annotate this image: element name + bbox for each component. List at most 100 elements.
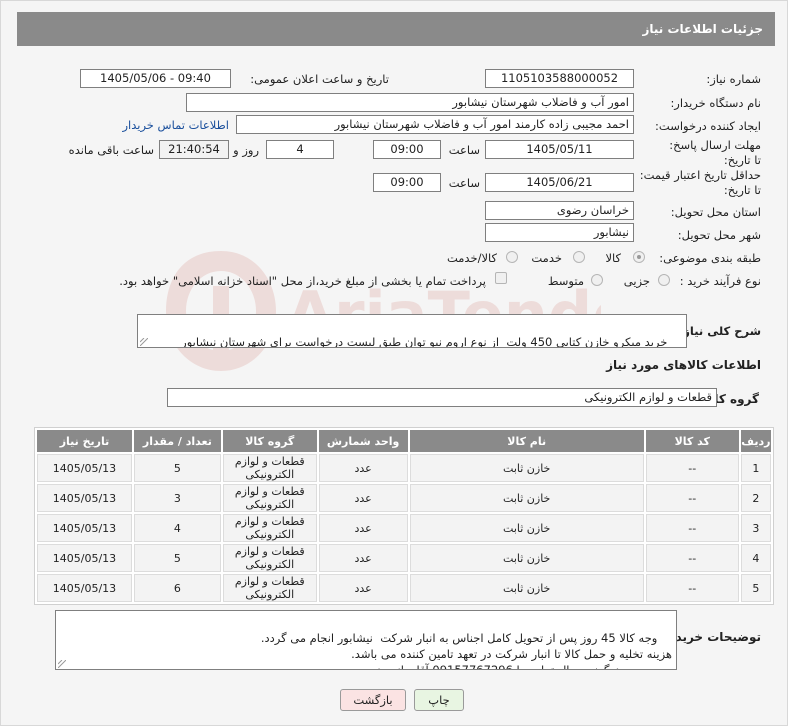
cell-goods-group: قطعات و لوازم الکترونیکی [222, 454, 317, 482]
cell-need-date: 1405/05/13 [37, 514, 132, 542]
purchase-option-minor: جزیی [623, 274, 650, 288]
price-validity-label: حداقل تاریخ اعتبار قیمت: تا تاریخ: [631, 168, 761, 198]
col-item-code: کد کالا [645, 430, 739, 452]
cell-goods-group: قطعات و لوازم الکترونیکی [222, 544, 317, 572]
city-field[interactable]: نیشابور [485, 223, 634, 242]
buyer-notes-text: وجه کالا 45 روز پس از تحویل کامل اجناس ب… [260, 631, 672, 670]
category-label: طبقه بندی موضوعی: [659, 251, 761, 265]
resize-handle-icon[interactable] [58, 660, 66, 668]
buyer-notes-field[interactable]: وجه کالا 45 روز پس از تحویل کامل اجناس ب… [55, 610, 677, 670]
cell-need-date: 1405/05/13 [37, 544, 132, 572]
reply-deadline-label: مهلت ارسال پاسخ: تا تاریخ: [666, 138, 761, 168]
page-header: جزئیات اطلاعات نیاز [17, 12, 775, 46]
reply-date-field[interactable]: 1405/05/11 [485, 140, 634, 159]
cell-unit: عدد [318, 544, 408, 572]
cell-row-number: 3 [740, 514, 771, 542]
back-button[interactable]: بازگشت [340, 689, 406, 711]
province-field[interactable]: خراسان رضوی [485, 201, 634, 220]
delivery-province-label: استان محل تحویل: [670, 205, 761, 219]
buyer-contact-link[interactable]: اطلاعات تماس خریدار [122, 118, 229, 132]
cell-row-number: 2 [740, 484, 771, 512]
cell-item-name: خازن ثابت [409, 544, 644, 572]
buyer-org-field[interactable]: امور آب و فاضلاب شهرستان نیشابور [186, 93, 634, 112]
delivery-city-label: شهر محل تحویل: [677, 228, 761, 242]
general-desc-label: شرح کلی نیاز: [678, 324, 761, 338]
general-desc-field[interactable]: خرید میکرو خازن کتابی 450 ولت از نوع ارو… [137, 314, 687, 348]
cell-unit: عدد [318, 454, 408, 482]
col-unit: واحد شمارش [318, 430, 408, 452]
page-frame: جزئیات اطلاعات نیاز AriaTender.net شماره… [0, 0, 788, 726]
price-date-field[interactable]: 1405/06/21 [485, 173, 634, 192]
category-option-service: خدمت [531, 251, 562, 265]
category-option-goods: کالا [605, 251, 621, 265]
payment-note: پرداخت تمام یا بخشی از مبلغ خرید،از محل … [119, 274, 486, 288]
cell-item-name: خازن ثابت [409, 574, 644, 602]
goods-info-title: اطلاعات کالاهای مورد نیاز [606, 358, 761, 372]
price-validity-text: حداقل تاریخ اعتبار قیمت: تا تاریخ: [639, 168, 761, 197]
need-number-label: شماره نیاز: [706, 72, 761, 86]
cell-item-code: -- [645, 514, 739, 542]
cell-item-code: -- [645, 574, 739, 602]
requester-field[interactable]: احمد مجیبی زاده کارمند امور آب و فاضلاب … [236, 115, 634, 134]
cell-quantity: 5 [133, 454, 221, 482]
cell-item-name: خازن ثابت [409, 484, 644, 512]
cell-quantity: 5 [133, 544, 221, 572]
reply-hour-label: ساعت [448, 143, 480, 157]
cell-unit: عدد [318, 514, 408, 542]
category-radio-goods-service[interactable] [506, 251, 518, 263]
remaining-label: ساعت باقی مانده [68, 143, 154, 157]
col-item-name: نام کالا [409, 430, 644, 452]
cell-item-code: -- [645, 454, 739, 482]
cell-row-number: 4 [740, 544, 771, 572]
need-number-field[interactable]: 1105103588000052 [485, 69, 634, 88]
cell-quantity: 3 [133, 484, 221, 512]
cell-unit: عدد [318, 574, 408, 602]
cell-row-number: 1 [740, 454, 771, 482]
table-row[interactable]: 4 -- خازن ثابت عدد قطعات و لوازم الکترون… [37, 544, 771, 572]
requester-label: ایجاد کننده درخواست: [655, 119, 761, 133]
category-option-goods-service: کالا/خدمت [446, 251, 497, 265]
price-time-field[interactable]: 09:00 [373, 173, 441, 192]
purchase-radio-medium[interactable] [591, 274, 603, 286]
purchase-option-medium: متوسط [547, 274, 584, 288]
category-radio-goods[interactable] [633, 251, 645, 263]
cell-need-date: 1405/05/13 [37, 484, 132, 512]
reply-time-field[interactable]: 09:00 [373, 140, 441, 159]
cell-row-number: 5 [740, 574, 771, 602]
cell-quantity: 6 [133, 574, 221, 602]
cell-unit: عدد [318, 484, 408, 512]
remaining-time-field[interactable]: 21:40:54 [159, 140, 229, 159]
table-row[interactable]: 5 -- خازن ثابت عدد قطعات و لوازم الکترون… [37, 574, 771, 602]
cell-need-date: 1405/05/13 [37, 454, 132, 482]
cell-goods-group: قطعات و لوازم الکترونیکی [222, 514, 317, 542]
purchase-type-label: نوع فرآیند خرید : [679, 274, 761, 288]
goods-group-field[interactable]: قطعات و لوازم الکترونیکی [167, 388, 717, 407]
reply-deadline-text: مهلت ارسال پاسخ: تا تاریخ: [669, 138, 761, 167]
cell-item-code: -- [645, 484, 739, 512]
table-row[interactable]: 2 -- خازن ثابت عدد قطعات و لوازم الکترون… [37, 484, 771, 512]
buyer-org-label: نام دستگاه خریدار: [670, 96, 761, 110]
table-header-row: ردیف کد کالا نام کالا واحد شمارش گروه کا… [37, 430, 771, 452]
cell-goods-group: قطعات و لوازم الکترونیکی [222, 484, 317, 512]
category-radio-service[interactable] [573, 251, 585, 263]
cell-item-name: خازن ثابت [409, 514, 644, 542]
treasury-payment-checkbox[interactable] [495, 272, 507, 284]
table-row[interactable]: 1 -- خازن ثابت عدد قطعات و لوازم الکترون… [37, 454, 771, 482]
col-need-date: تاریخ نیاز [37, 430, 132, 452]
cell-item-name: خازن ثابت [409, 454, 644, 482]
col-row-number: ردیف [740, 430, 771, 452]
cell-item-code: -- [645, 544, 739, 572]
table-row[interactable]: 3 -- خازن ثابت عدد قطعات و لوازم الکترون… [37, 514, 771, 542]
price-hour-label: ساعت [448, 176, 480, 190]
announce-datetime-field[interactable]: 1405/05/06 - 09:40 [80, 69, 231, 88]
reply-days-field[interactable]: 4 [266, 140, 334, 159]
items-table: ردیف کد کالا نام کالا واحد شمارش گروه کا… [34, 427, 774, 605]
cell-goods-group: قطعات و لوازم الکترونیکی [222, 574, 317, 602]
print-button[interactable]: چاپ [414, 689, 464, 711]
col-goods-group: گروه کالا [222, 430, 317, 452]
purchase-radio-minor[interactable] [658, 274, 670, 286]
announce-datetime-label: تاریخ و ساعت اعلان عمومی: [250, 72, 389, 86]
col-quantity: تعداد / مقدار [133, 430, 221, 452]
day-and-label: روز و [233, 143, 259, 157]
resize-handle-icon[interactable] [140, 338, 148, 346]
